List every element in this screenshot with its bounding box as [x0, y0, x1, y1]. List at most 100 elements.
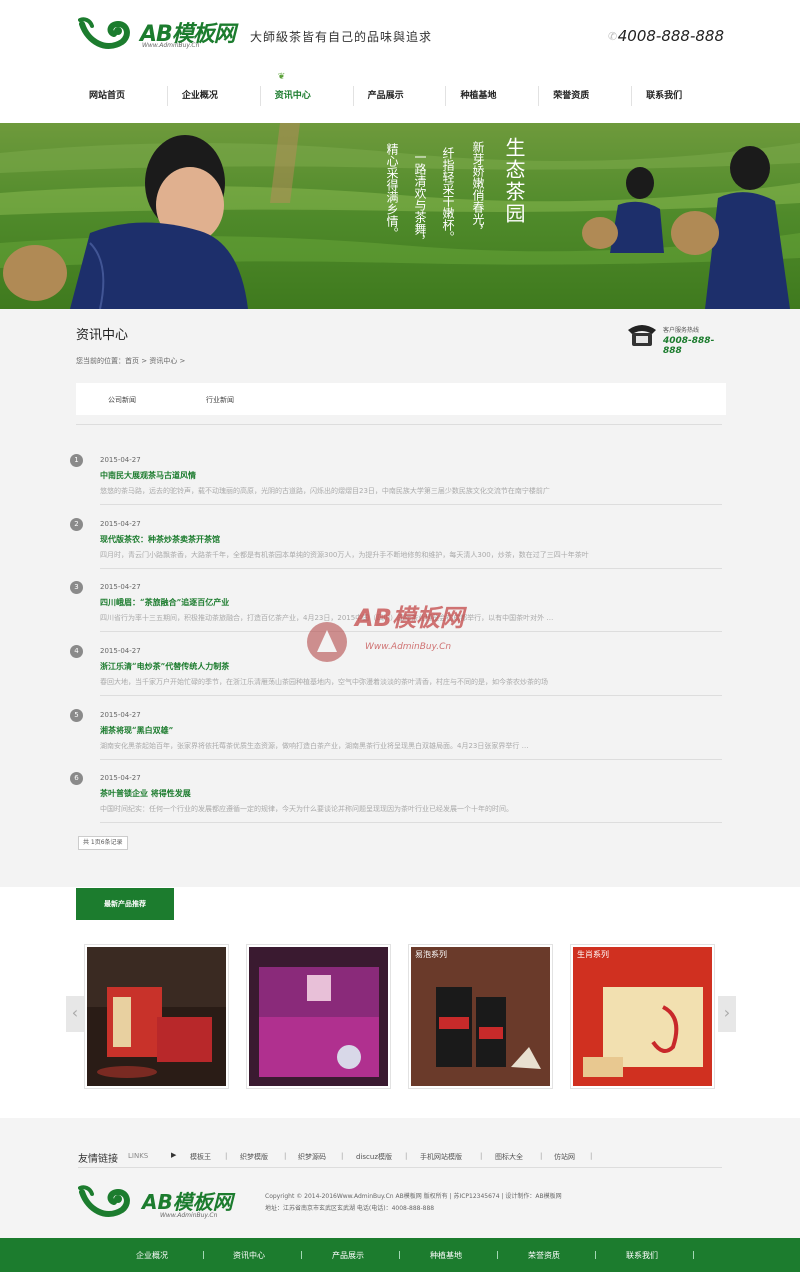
news-date: 2015-04-27 [100, 583, 141, 591]
links-title-en: LINKS [128, 1152, 149, 1160]
list-item[interactable]: 6 2015-04-27 茶叶普锁企业 将得性发展 中国时间纪实：任何一个行业的… [70, 771, 726, 835]
news-title-link[interactable]: 湘茶将现“黑白双雄” [100, 725, 173, 736]
news-title-link[interactable]: 中南民大展观茶马古道风情 [100, 470, 196, 481]
footer-nav-news[interactable]: 资讯中心 [233, 1250, 265, 1261]
link-separator: | [225, 1152, 228, 1160]
link-separator: | [341, 1152, 344, 1160]
news-title-link[interactable]: 茶叶普锁企业 将得性发展 [100, 788, 191, 799]
friend-link[interactable]: discuz模版 [356, 1152, 392, 1162]
nav-item-honors[interactable]: 荣誉资质 [539, 72, 633, 118]
news-date: 2015-04-27 [100, 711, 141, 719]
list-item[interactable]: 2 2015-04-27 现代版茶农：种茶炒茶卖茶开茶馆 四月时，青云门小路飘茶… [70, 517, 726, 581]
watermark-emblem-icon [307, 622, 347, 662]
hotline-box: 客户服务热线 4008-888-888 [626, 322, 726, 356]
watermark-text: AB模板网 [355, 604, 464, 632]
news-summary: 湖南安化黑茶起始百年，张家界将依托莓茶优质生态资源，做响打造白茶产业，湖南黑茶行… [100, 742, 529, 750]
nav-item-home[interactable]: 网站首页 [75, 72, 168, 118]
product-card[interactable] [246, 944, 391, 1089]
nav-label: 荣誉资质 [553, 91, 590, 101]
tab-company-news[interactable]: 公司新闻 [108, 395, 136, 405]
logo-mark-icon [78, 1185, 130, 1217]
news-index: 5 [70, 709, 83, 722]
telephone-icon [628, 325, 656, 346]
nav-separator: | [202, 1250, 205, 1259]
news-summary: 中国时间纪实：任何一个行业的发展都应遵循一定的规律，今天为什么要谈论并称问题呈现… [100, 805, 513, 813]
carousel-prev-button[interactable]: ‹ [66, 996, 84, 1032]
list-item[interactable]: 5 2015-04-27 湘茶将现“黑白双雄” 湖南安化黑茶起始百年，张家界将依… [70, 708, 726, 772]
product-series-label: 生肖系列 [577, 950, 609, 959]
divider [100, 759, 722, 760]
main-nav: 网站首页 企业概况 ❦ 资讯中心 产品展示 种植基地 荣誉资质 联系我们 [75, 72, 725, 118]
footer-nav-about[interactable]: 企业概况 [136, 1250, 168, 1261]
news-index: 1 [70, 454, 83, 467]
logo-subtitle: Www.AdminBuy.Cn [160, 1212, 218, 1219]
link-separator: | [480, 1152, 483, 1160]
product-card[interactable]: 易泡系列 [408, 944, 553, 1089]
friend-link[interactable]: 织梦源码 [298, 1152, 326, 1162]
banner-poem-line: 一路清欢与茶舞， [413, 151, 427, 247]
nav-item-about[interactable]: 企业概况 [168, 72, 261, 118]
product-image [87, 947, 226, 1086]
friend-link[interactable]: 织梦模版 [240, 1152, 268, 1162]
hotline-number: 4008-888-888 [663, 336, 715, 356]
friend-link[interactable]: 仿站网 [554, 1152, 575, 1162]
nav-separator: | [692, 1250, 695, 1259]
nav-separator: | [300, 1250, 303, 1259]
nav-item-base[interactable]: 种植基地 [446, 72, 540, 118]
footer-nav-base[interactable]: 种植基地 [430, 1250, 462, 1261]
site-header: AB模板网 Www.AdminBuy.Cn 大師級茶皆有自己的品味與追求 ✆ 4… [0, 0, 800, 70]
footer-nav: 企业概况 | 资讯中心 | 产品展示 | 种植基地 | 荣誉资质 | 联系我们 … [0, 1238, 800, 1272]
banner-poem-line: 精心采得满乡情。 [385, 143, 399, 239]
carousel-next-button[interactable]: › [718, 996, 736, 1032]
divider [100, 568, 722, 569]
footer-nav-products[interactable]: 产品展示 [332, 1250, 364, 1261]
nav-label: 网站首页 [89, 91, 126, 101]
news-date: 2015-04-27 [100, 774, 141, 782]
nav-item-news[interactable]: ❦ 资讯中心 [261, 72, 354, 118]
chevron-right-icon: › [723, 1003, 731, 1022]
news-date: 2015-04-27 [100, 456, 141, 464]
watermark-logo: AB模板网 Www.AdminBuy.Cn [305, 598, 505, 668]
friend-link[interactable]: 图标大全 [495, 1152, 523, 1162]
link-separator: | [590, 1152, 593, 1160]
list-item[interactable]: 1 2015-04-27 中南民大展观茶马古道风情 悠悠的茶马路，远去的驼铃声，… [70, 453, 726, 517]
footer-logo[interactable]: AB模板网 Www.AdminBuy.Cn [78, 1182, 248, 1222]
product-card[interactable] [84, 944, 229, 1089]
news-date: 2015-04-27 [100, 520, 141, 528]
links-title: 友情链接 [78, 1154, 118, 1165]
nav-separator: | [398, 1250, 401, 1259]
friend-link[interactable]: 手机网站模版 [420, 1152, 462, 1162]
divider [100, 822, 722, 823]
news-title-link[interactable]: 浙江乐清“电炒茶”代替传统人力制茶 [100, 661, 229, 672]
nav-label: 资讯中心 [274, 91, 311, 101]
product-image [411, 947, 550, 1086]
news-title-link[interactable]: 四川峨眉：“茶旅融合”追逐百亿产业 [100, 597, 229, 608]
product-card[interactable]: 生肖系列 [570, 944, 715, 1089]
pagination-info: 共 1页6条记录 [78, 836, 128, 850]
nav-label: 企业概况 [181, 91, 218, 101]
footer-nav-contact[interactable]: 联系我们 [626, 1250, 658, 1261]
products-heading: 最新产品推荐 [76, 888, 174, 920]
hotline-label: 客户服务热线 [663, 327, 700, 334]
banner-title: 生态茶园 [502, 137, 526, 225]
nav-item-products[interactable]: 产品展示 [354, 72, 447, 118]
friend-links: 友情链接 LINKS ▶ 模板王 | 织梦模版 | 织梦源码 | discuz模… [78, 1150, 722, 1168]
logo-mark-icon [78, 17, 130, 49]
site-logo[interactable]: AB模板网 Www.AdminBuy.Cn [78, 14, 246, 54]
chevron-left-icon: ‹ [71, 1003, 79, 1022]
nav-item-contact[interactable]: 联系我们 [632, 72, 725, 118]
link-separator: | [284, 1152, 287, 1160]
nav-label: 产品展示 [367, 91, 404, 101]
friend-link[interactable]: 模板王 [190, 1152, 211, 1162]
triangle-right-icon: ▶ [171, 1151, 177, 1159]
news-index: 4 [70, 645, 83, 658]
tab-industry-news[interactable]: 行业新闻 [206, 395, 234, 405]
divider [76, 424, 722, 425]
news-title-link[interactable]: 现代版茶农：种茶炒茶卖茶开茶馆 [100, 534, 220, 545]
header-phone: 4008-888-888 [617, 27, 724, 45]
footer-nav-honors[interactable]: 荣誉资质 [528, 1250, 560, 1261]
news-summary: 春回大地，当千家万户开始忙碌的季节，在浙江乐清雁荡山茶园种植基地内，空气中弥漫着… [100, 678, 548, 686]
link-separator: | [540, 1152, 543, 1160]
nav-separator: | [496, 1250, 499, 1259]
news-summary: 悠悠的茶马路，远去的驼铃声，载不动瑰丽的高原，光阴的古道路，闪烁出的熠熠目23日… [100, 487, 550, 495]
